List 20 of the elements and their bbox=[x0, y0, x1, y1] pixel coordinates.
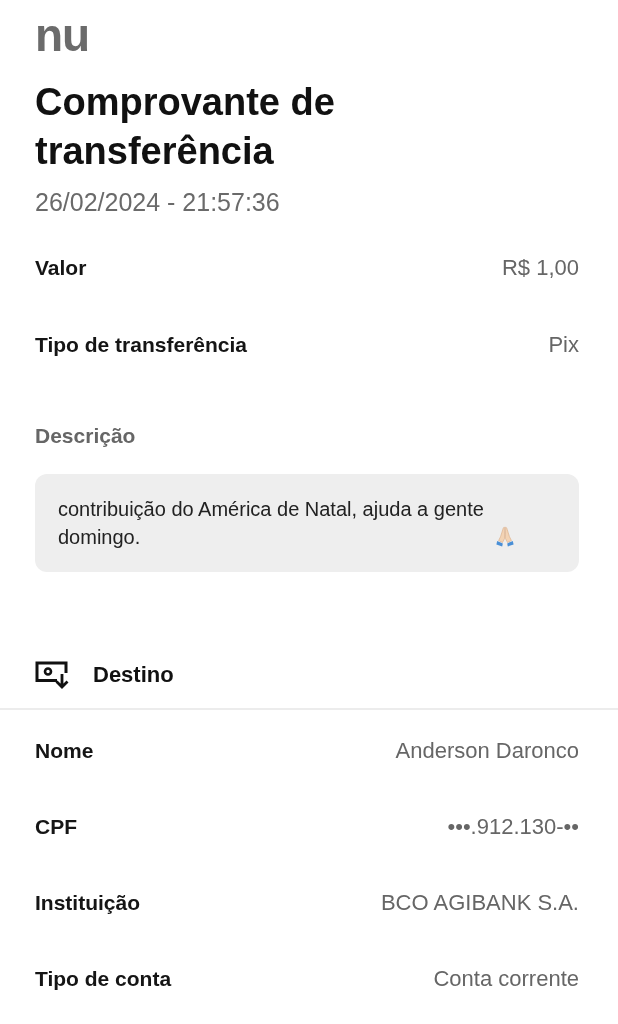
field-label: Tipo de transferência bbox=[35, 331, 247, 358]
logo: nu bbox=[35, 12, 90, 58]
field-label: Valor bbox=[35, 254, 87, 281]
field-value: Conta corrente bbox=[433, 965, 579, 993]
field-value: Pix bbox=[548, 331, 579, 359]
page-title: Comprovante de transferência bbox=[35, 80, 336, 174]
banknote-arrow-icon bbox=[35, 660, 69, 689]
field-label: Tipo de conta bbox=[35, 965, 172, 992]
praying-hands-icon bbox=[496, 525, 514, 547]
field-value: BCO AGIBANK S.A. bbox=[380, 889, 579, 917]
field-value: R$ 1,00 bbox=[501, 254, 579, 282]
section-title: Destino bbox=[93, 661, 174, 689]
date-time: 26/02/2024 - 21:57:36 bbox=[35, 187, 280, 218]
description-label: Descrição bbox=[35, 423, 136, 449]
field-label: Instituição bbox=[35, 889, 140, 916]
description-text: contribuição do América de Natal, ajuda a gente domingo. bbox=[58, 496, 485, 550]
field-label: Nome bbox=[35, 737, 94, 764]
field-value: •••.912.130-•• bbox=[447, 813, 579, 841]
field-label: CPF bbox=[35, 813, 77, 840]
field-value: Anderson Daronco bbox=[395, 737, 579, 765]
